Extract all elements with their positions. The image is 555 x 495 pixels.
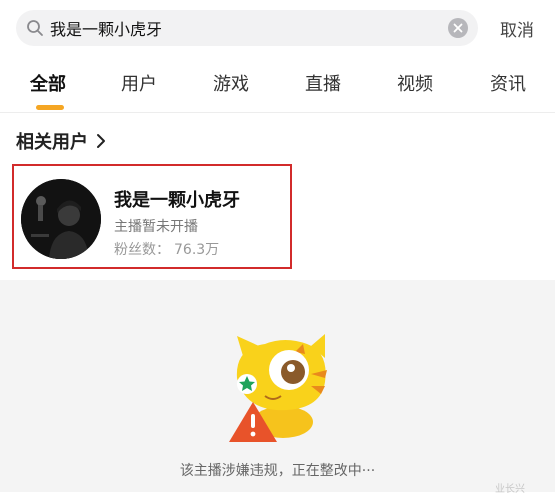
avatar-photo [21, 179, 101, 259]
tab-videos[interactable]: 视频 [397, 70, 433, 96]
divider [0, 112, 555, 113]
avatar[interactable] [21, 179, 101, 259]
search-bar[interactable] [16, 10, 478, 46]
related-users-title: 相关用户 [16, 132, 88, 153]
tab-games[interactable]: 游戏 [213, 70, 249, 96]
tab-all[interactable]: 全部 [30, 70, 66, 96]
cancel-button[interactable]: 取消 [500, 16, 534, 41]
huya-mascot-icon [229, 334, 327, 442]
violation-message: 该主播涉嫌违规，正在整改中··· [179, 463, 376, 479]
close-icon [453, 23, 463, 33]
clear-icon[interactable] [448, 18, 468, 38]
fans-value: 76.3万 [174, 242, 220, 258]
watermark: 业长兴 [495, 484, 525, 495]
active-tab-indicator [36, 105, 64, 110]
tab-users[interactable]: 用户 [121, 70, 157, 96]
empty-state: 该主播涉嫌违规，正在整改中··· 业长兴 [0, 280, 555, 495]
related-users-header[interactable]: 相关用户 [16, 128, 106, 154]
tab-news[interactable]: 资讯 [490, 70, 526, 96]
user-name: 我是一颗小虎牙 [114, 190, 240, 211]
chevron-right-icon [97, 134, 105, 148]
search-icon [27, 20, 43, 36]
search-input[interactable] [50, 10, 440, 46]
tab-live[interactable]: 直播 [305, 70, 341, 96]
user-result-card[interactable]: 我是一颗小虎牙 主播暂未开播 粉丝数： 76.3万 [12, 164, 292, 269]
fans-count: 粉丝数： 76.3万 [114, 239, 219, 259]
category-tabs: 全部 用户 游戏 直播 视频 资讯 [0, 64, 555, 110]
live-status: 主播暂未开播 [114, 219, 198, 235]
fans-label: 粉丝数： [114, 242, 170, 258]
